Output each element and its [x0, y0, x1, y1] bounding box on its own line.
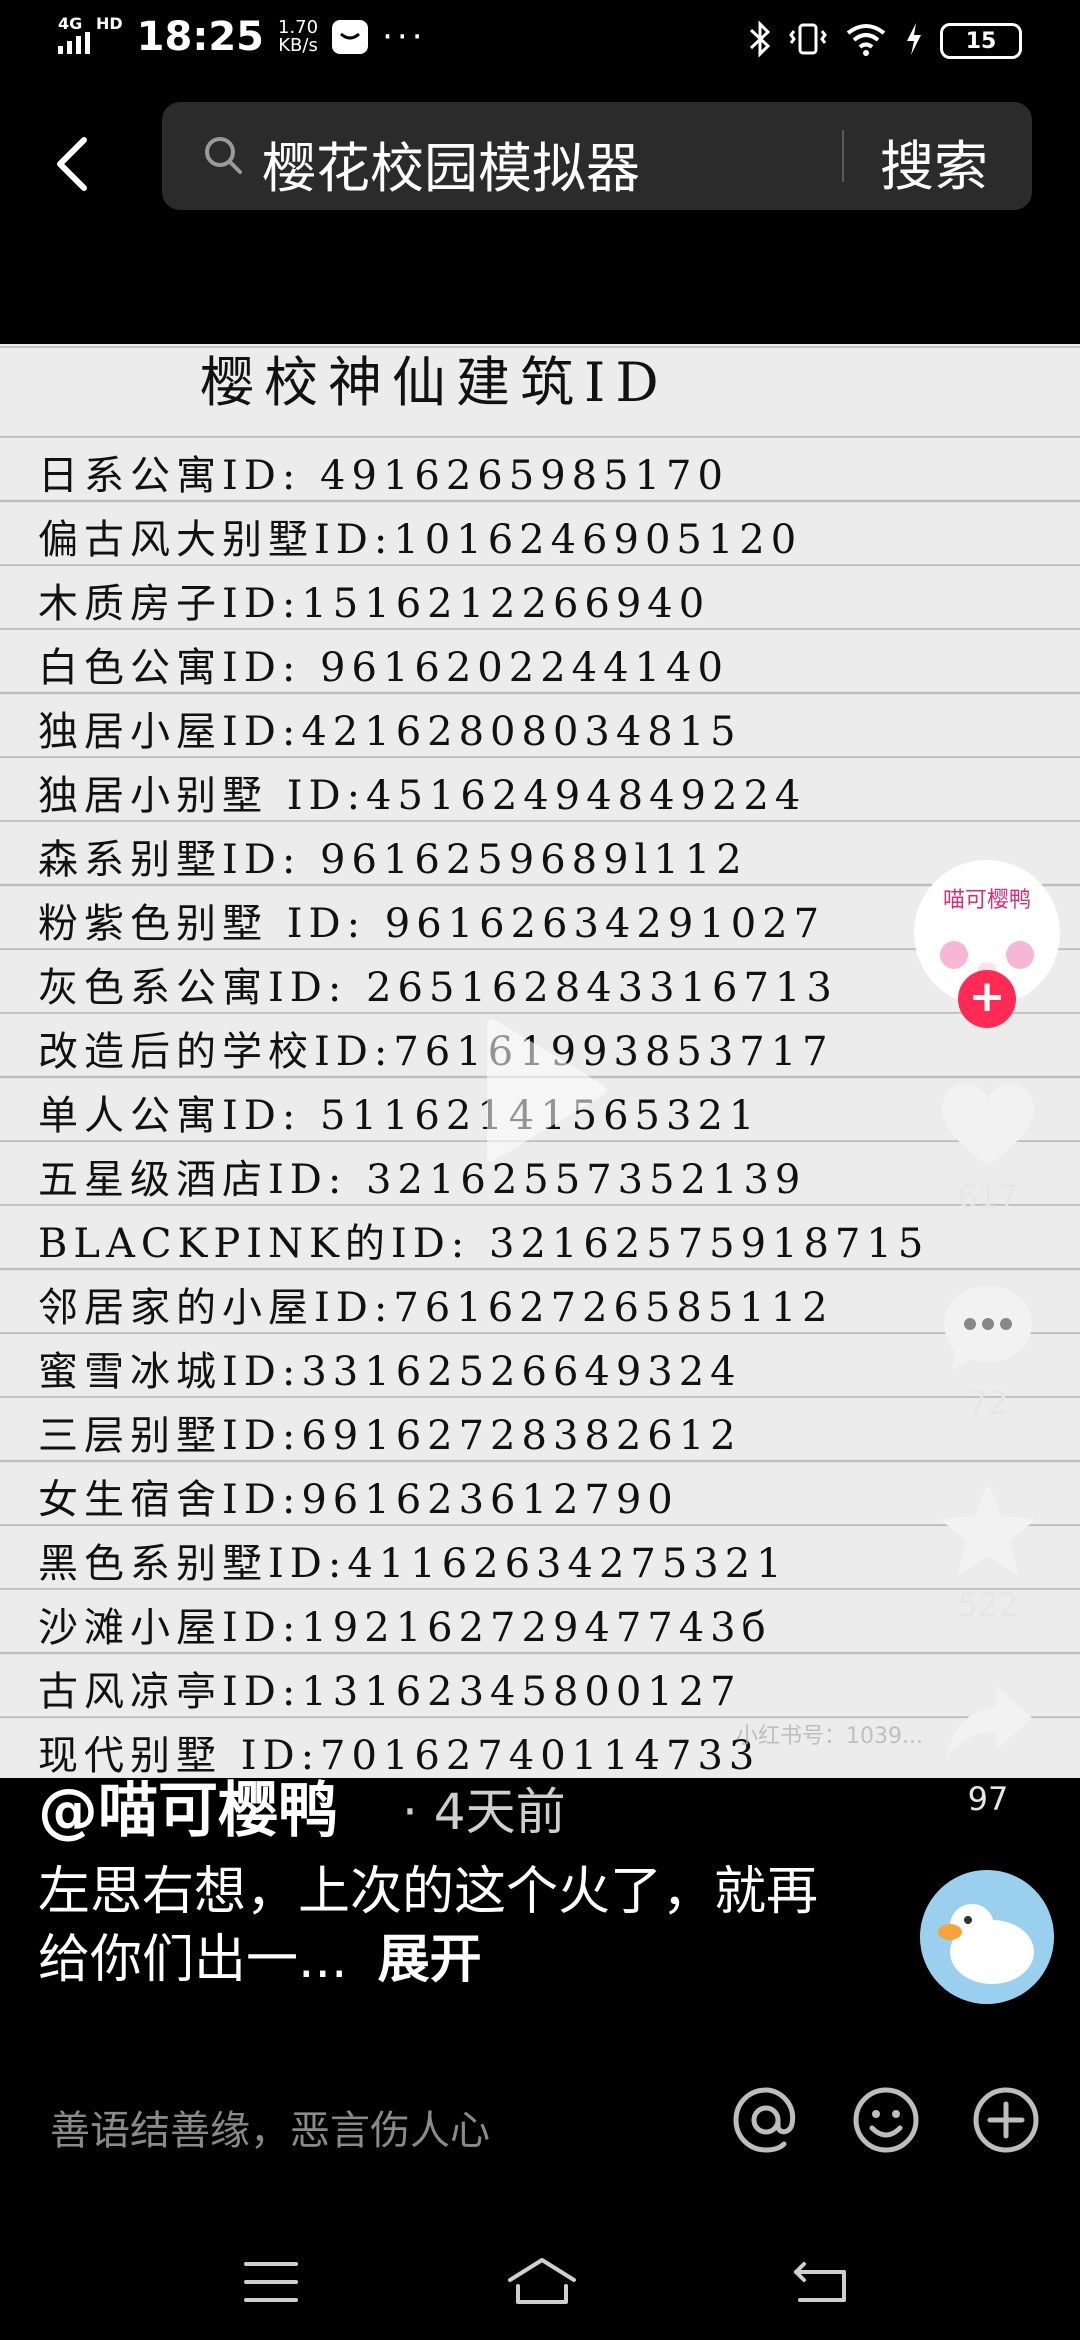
heart-icon	[942, 1084, 1034, 1166]
network-indicator: 4G HD	[58, 16, 123, 58]
video-player[interactable]: 樱校神仙建筑ID 日系公寓ID: 4916265985170 偏古风大别墅ID:…	[0, 344, 1080, 1778]
battery-level: 15	[940, 23, 1022, 59]
home-icon[interactable]	[506, 2256, 576, 2308]
note-line: 邻居家的小屋ID:76162726585112	[38, 1285, 834, 1331]
note-line: 独居小屋ID:42162808034815	[38, 709, 742, 755]
share-button[interactable]: 97	[930, 1680, 1046, 1818]
search-icon	[202, 134, 246, 178]
favorite-count: 522	[957, 1586, 1019, 1624]
duck-avatar-icon	[920, 1870, 1054, 2004]
note-line: 三层别墅ID:69162728382612	[38, 1413, 742, 1459]
search-header: 樱花校园模拟器 搜索	[0, 84, 1080, 234]
comment-button[interactable]: 72	[930, 1282, 1046, 1422]
system-nav-bar	[0, 2226, 1080, 2340]
menu-icon[interactable]	[240, 2256, 302, 2308]
note-line: 古风凉亭ID:13162345800127	[38, 1669, 742, 1715]
signal-icon	[58, 32, 92, 58]
search-input[interactable]: 樱花校园模拟器	[262, 124, 640, 203]
more-notifications: ···	[382, 17, 427, 57]
note-line: 森系别墅ID: 9616259689l112	[38, 837, 748, 883]
avatar-caption: 喵可樱鸭	[942, 888, 1031, 913]
network-type: 4G	[58, 14, 83, 33]
post-description[interactable]: 左思右想，上次的这个火了，就再给你们出一... 展开	[38, 1858, 858, 1994]
note-line: 黑色系别墅ID:41162634275321	[38, 1541, 788, 1587]
note-title: 樱校神仙建筑ID	[200, 351, 669, 414]
status-bar: 4G HD 18:25 1.70 KB/s ··· 15	[0, 0, 1080, 84]
network-speed: 1.70 KB/s	[278, 19, 318, 55]
star-icon	[942, 1486, 1034, 1574]
favorite-button[interactable]: 522	[930, 1484, 1046, 1624]
note-line: 沙滩小屋ID:19216272947743б	[38, 1605, 772, 1651]
author-name[interactable]: @喵可樱鸭	[38, 1762, 338, 1849]
emoji-icon[interactable]	[852, 2086, 920, 2154]
clock: 18:25	[136, 14, 264, 60]
speech-bubble-icon	[944, 1286, 1032, 1370]
note-line: 日系公寓ID: 4916265985170	[38, 453, 729, 499]
follow-button[interactable]: +	[958, 970, 1016, 1028]
mention-icon[interactable]	[732, 2086, 800, 2154]
chevron-left-icon	[57, 137, 87, 191]
post-time: · 4天前	[402, 1783, 566, 1841]
note-line: 独居小别墅 ID:45162494849224	[38, 773, 807, 819]
note-line: 粉紫色别墅 ID: 96162634291027	[38, 901, 826, 947]
back-button[interactable]	[44, 124, 108, 204]
watermark: 小红书号：1039...	[736, 1724, 923, 1749]
back-nav-icon[interactable]	[790, 2256, 852, 2308]
network-suffix: HD	[96, 14, 123, 33]
bluetooth-icon	[748, 20, 772, 62]
play-icon[interactable]	[462, 1010, 622, 1170]
search-bar[interactable]: 樱花校园模拟器 搜索	[162, 102, 1032, 210]
wifi-icon	[844, 21, 888, 61]
share-count: 97	[967, 1780, 1009, 1818]
search-button[interactable]: 搜索	[880, 122, 988, 201]
like-count: 617	[957, 1178, 1019, 1216]
like-button[interactable]: 617	[930, 1082, 1046, 1216]
share-arrow-icon	[946, 1686, 1032, 1760]
comment-count: 72	[967, 1384, 1009, 1422]
message-notification-icon	[332, 20, 369, 54]
speed-unit: KB/s	[278, 35, 318, 56]
add-icon[interactable]	[972, 2086, 1040, 2154]
note-line: 白色公寓ID: 9616202244140	[38, 645, 729, 691]
note-line: BLACKPINK的ID: 32162575918715	[38, 1221, 930, 1267]
note-line: 偏古风大别墅ID:1016246905120	[38, 517, 803, 563]
charging-icon	[904, 21, 924, 61]
note-line: 木质房子ID:1516212266940	[38, 581, 711, 627]
vibrate-icon	[788, 21, 828, 61]
expand-button[interactable]: 展开	[378, 1930, 482, 1990]
comment-input[interactable]: 善语结善缘，恶言伤人心	[50, 2098, 490, 2156]
note-line: 蜜雪冰城ID:33162526649324	[38, 1349, 742, 1395]
search-divider	[842, 130, 844, 182]
music-disc[interactable]	[920, 1870, 1054, 2004]
note-line: 女生宿舍ID:961623612790	[38, 1477, 679, 1523]
comment-tools	[732, 2086, 1040, 2154]
